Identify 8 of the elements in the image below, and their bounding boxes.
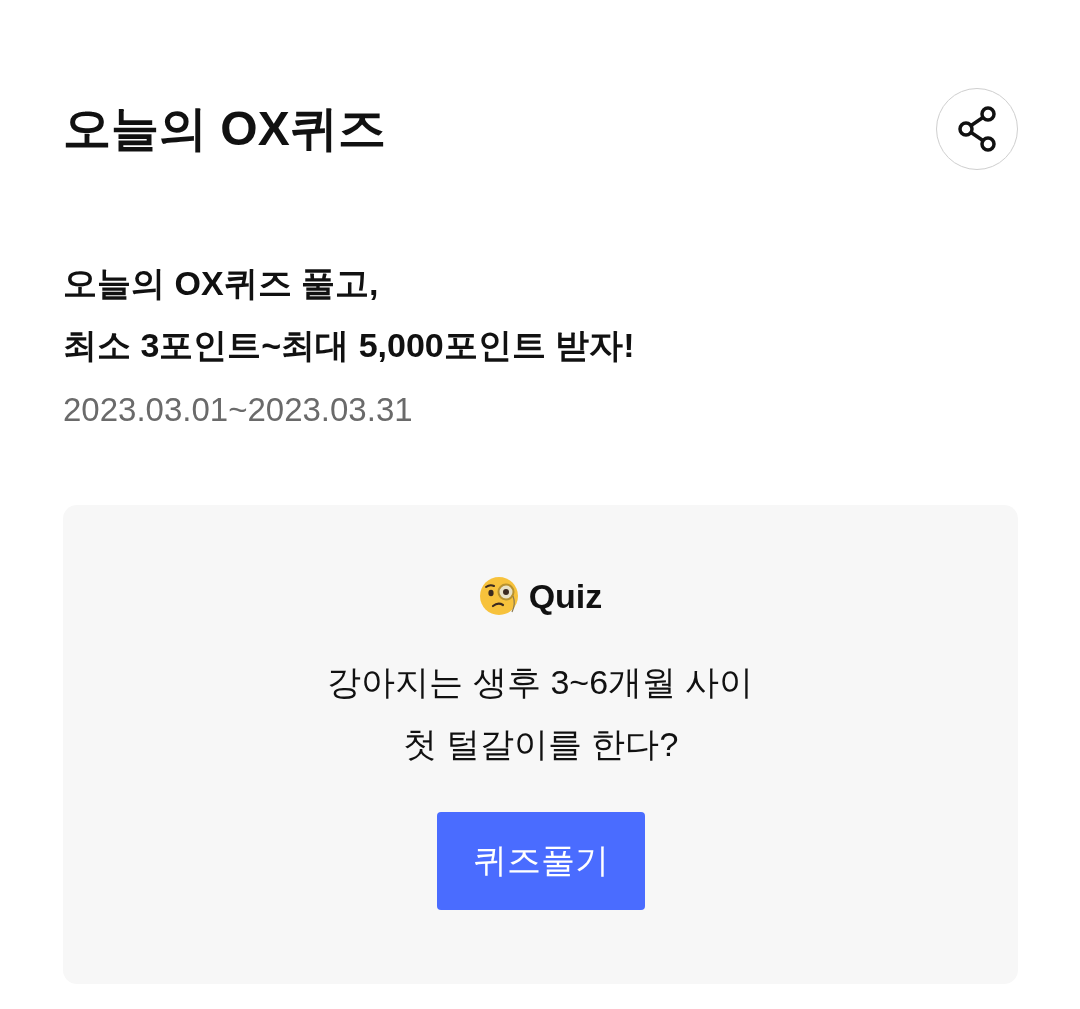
share-icon [957,106,997,152]
page-title: 오늘의 OX퀴즈 [63,101,386,157]
event-headline: 오늘의 OX퀴즈 풀고, 최소 3포인트~최대 5,000포인트 받자! [63,263,636,366]
quiz-label: Quiz [528,576,603,617]
solve-quiz-button[interactable]: 퀴즈풀기 [436,812,645,910]
face-with-monocle-icon [478,576,519,616]
quiz-question: 강아지는 생후 3~6개월 사이 첫 털갈이를 한다? [327,662,754,765]
event-period: 2023.03.01~2023.03.31 [63,390,414,430]
